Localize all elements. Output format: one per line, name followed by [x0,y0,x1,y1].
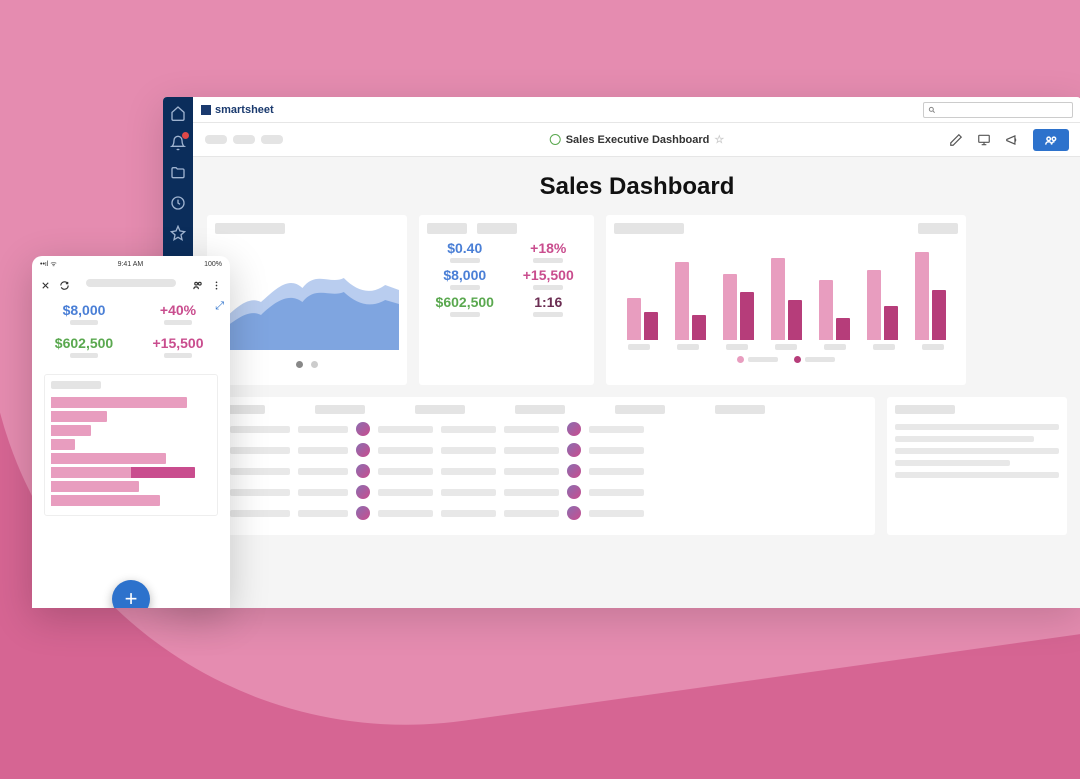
recent-icon[interactable] [170,195,186,211]
metric-value: $0.40 [427,240,503,263]
signal-icon: ••ıl ᯤ [40,260,57,269]
chart-legend [614,356,958,363]
title-bar: Sales Executive Dashboard ☆ [193,123,1080,157]
table-row[interactable] [215,464,867,478]
metric-value: +15,500 [511,267,587,290]
announce-icon[interactable] [1005,133,1019,147]
metric-value: $602,500 [44,335,124,358]
dashboard-title: Sales Dashboard [207,173,1067,201]
avatar [567,443,581,457]
hbar-chart [51,397,211,506]
folder-icon[interactable] [170,165,186,181]
metric-value: $8,000 [44,302,124,325]
hbar-chart-widget[interactable] [44,374,218,516]
area-chart [215,240,399,350]
document-title: Sales Executive Dashboard ☆ [550,133,725,146]
mobile-toolbar [32,272,230,294]
status-time: 9:41 AM [118,261,144,268]
avatar [567,422,581,436]
metric-value: 1:16 [511,294,587,317]
table-row[interactable] [215,485,867,499]
more-icon[interactable] [211,278,222,289]
bar-chart [614,240,958,340]
share-button[interactable] [1033,129,1069,151]
brand-bar: smartsheet [193,97,1080,123]
metric-value: +40% [138,302,218,325]
table-row[interactable] [215,443,867,457]
expand-icon[interactable]: ⤢ [215,300,224,313]
people-icon[interactable] [192,278,203,289]
edit-icon[interactable] [949,133,963,147]
table-row[interactable] [215,506,867,520]
avatar [567,485,581,499]
avatar [356,485,370,499]
avatar [356,464,370,478]
dashboard-type-icon [550,134,561,145]
desktop-app-window: smartsheet Sales Executive Dashboard ☆ S… [163,97,1080,608]
breadcrumb[interactable] [205,135,283,144]
close-icon[interactable] [40,278,51,289]
avatar [567,506,581,520]
dashboard-canvas: Sales Dashboard $0.40 +18% $8,000 [193,157,1080,608]
home-icon[interactable] [170,105,186,121]
area-chart-widget[interactable] [207,215,407,385]
avatar [356,506,370,520]
metric-value: +18% [511,240,587,263]
battery-indicator: 100% [204,261,222,268]
refresh-icon[interactable] [59,278,70,289]
table-widget[interactable] [207,397,875,535]
notifications-icon[interactable] [170,135,186,151]
metric-value: $8,000 [427,267,503,290]
avatar [356,443,370,457]
mobile-app-window: ••ıl ᯤ 9:41 AM 100% ⤢ $8,000 +40% $602,5… [32,256,230,608]
metric-value: +15,500 [138,335,218,358]
favorites-icon[interactable] [170,225,186,241]
star-icon[interactable]: ☆ [714,133,724,146]
mobile-status-bar: ••ıl ᯤ 9:41 AM 100% [32,256,230,272]
search-input[interactable] [923,102,1073,118]
brand-logo[interactable]: smartsheet [201,104,274,116]
present-icon[interactable] [977,133,991,147]
summary-widget[interactable] [887,397,1067,535]
avatar [356,422,370,436]
fab-add-button[interactable]: + [112,580,150,608]
metrics-widget[interactable]: $0.40 +18% $8,000 +15,500 $602,500 1:16 [419,215,594,385]
avatar [567,464,581,478]
bar-chart-widget[interactable] [606,215,966,385]
metric-value: $602,500 [427,294,503,317]
table-row[interactable] [215,422,867,436]
